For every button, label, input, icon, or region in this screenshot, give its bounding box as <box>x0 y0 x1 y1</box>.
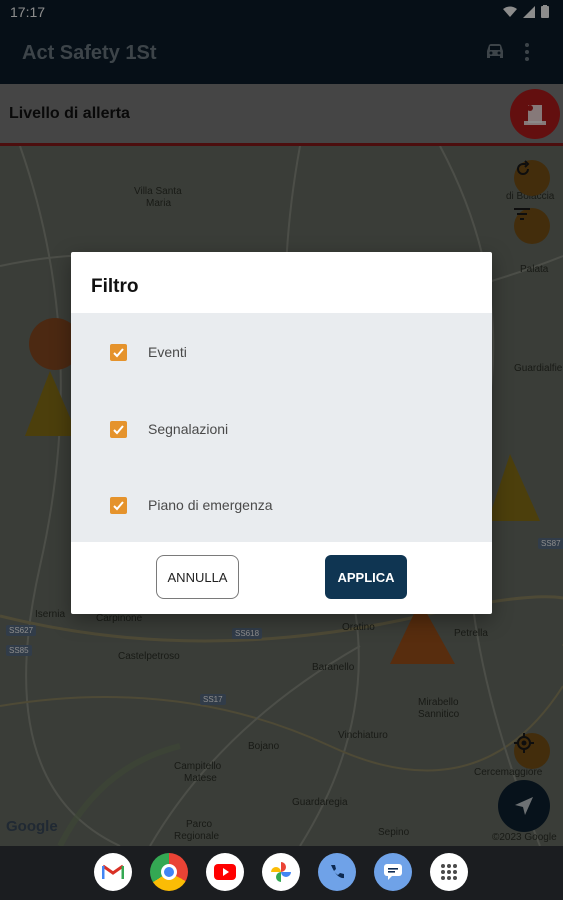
photos-icon[interactable] <box>262 853 300 891</box>
check-icon <box>113 501 124 511</box>
checkbox-piano-di-emergenza[interactable] <box>110 497 127 514</box>
filter-option-piano-di-emergenza[interactable]: Piano di emergenza <box>71 485 492 525</box>
app-dock <box>0 846 563 900</box>
option-label: Segnalazioni <box>148 421 229 437</box>
checkbox-eventi[interactable] <box>110 344 127 361</box>
check-icon <box>113 348 124 358</box>
filter-dialog: Filtro Eventi Segnalazioni Piano di emer… <box>71 252 492 614</box>
cancel-button[interactable]: ANNULLA <box>156 555 239 599</box>
app-drawer-icon[interactable] <box>430 853 468 891</box>
phone-icon[interactable] <box>318 853 356 891</box>
dialog-title: Filtro <box>91 276 139 297</box>
messages-icon[interactable] <box>374 853 412 891</box>
option-label: Eventi <box>148 344 187 360</box>
filter-option-eventi[interactable]: Eventi <box>71 332 492 372</box>
gmail-icon[interactable] <box>94 853 132 891</box>
check-icon <box>113 425 124 435</box>
chrome-icon[interactable] <box>150 853 188 891</box>
filter-option-segnalazioni[interactable]: Segnalazioni <box>71 409 492 449</box>
option-label: Piano di emergenza <box>148 497 273 513</box>
checkbox-segnalazioni[interactable] <box>110 421 127 438</box>
apply-button[interactable]: APPLICA <box>325 555 407 599</box>
filter-options-list: Eventi Segnalazioni Piano di emergenza <box>71 313 492 542</box>
youtube-icon[interactable] <box>206 853 244 891</box>
